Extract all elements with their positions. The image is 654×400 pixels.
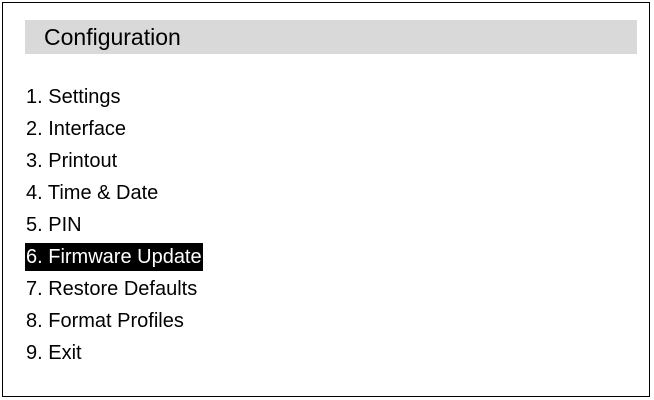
menu-item-exit[interactable]: 9. Exit (25, 337, 203, 369)
menu-item-label: 6. Firmware Update (25, 243, 203, 271)
menu-item-label: 3. Printout (26, 150, 118, 172)
menu-item-settings[interactable]: 1. Settings (25, 81, 203, 113)
menu-item-format-profiles[interactable]: 8. Format Profiles (25, 305, 203, 337)
menu-item-label: 9. Exit (26, 342, 82, 364)
menu-item-pin[interactable]: 5. PIN (25, 209, 203, 241)
menu-item-label: 7. Restore Defaults (26, 278, 198, 300)
menu-item-label: 2. Interface (26, 118, 127, 140)
menu-item-label: 5. PIN (26, 214, 82, 236)
menu-item-time-date[interactable]: 4. Time & Date (25, 177, 203, 209)
configuration-menu: 1. Settings 2. Interface 3. Printout 4. … (25, 81, 203, 369)
menu-item-restore-defaults[interactable]: 7. Restore Defaults (25, 273, 203, 305)
menu-item-label: 4. Time & Date (26, 182, 159, 204)
configuration-screen: Configuration 1. Settings 2. Interface 3… (2, 2, 650, 397)
menu-item-label: 8. Format Profiles (26, 310, 184, 332)
menu-item-firmware-update[interactable]: 6. Firmware Update (25, 241, 203, 273)
menu-item-label: 1. Settings (26, 86, 121, 108)
menu-item-printout[interactable]: 3. Printout (25, 145, 203, 177)
page-title: Configuration (25, 20, 637, 54)
menu-item-interface[interactable]: 2. Interface (25, 113, 203, 145)
